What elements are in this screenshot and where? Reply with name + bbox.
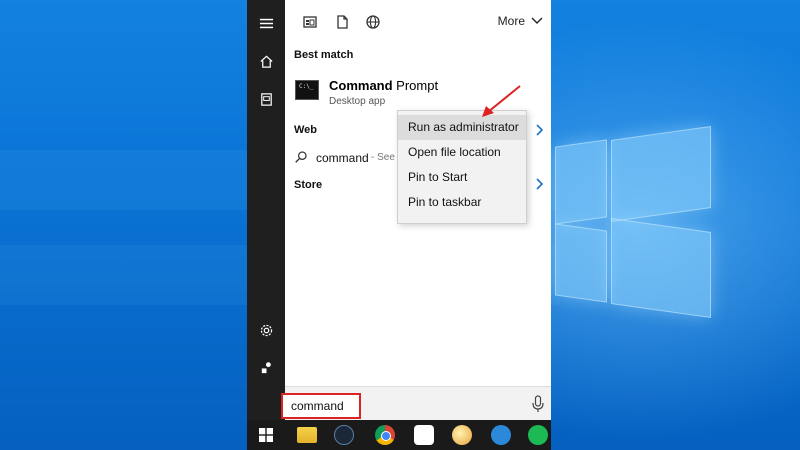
- start-menu-rail: [247, 0, 285, 420]
- web-search-term: command: [316, 151, 369, 165]
- apps-filter-icon[interactable]: [301, 13, 319, 31]
- file-explorer-icon[interactable]: [297, 427, 317, 443]
- spotify-icon[interactable]: [528, 425, 548, 445]
- paint-icon[interactable]: [452, 425, 472, 445]
- menu-item-pin-to-start[interactable]: Pin to Start: [398, 165, 526, 190]
- chevron-down-icon: [531, 17, 543, 24]
- search-icon: [295, 151, 307, 163]
- home-icon[interactable]: [247, 44, 285, 78]
- more-filters-label: More: [497, 14, 525, 28]
- steam-icon[interactable]: [334, 425, 354, 445]
- slack-icon[interactable]: [414, 425, 434, 445]
- context-menu: Run as administrator Open file location …: [397, 110, 527, 224]
- best-match-title: Command Prompt: [329, 78, 439, 93]
- best-match-subtitle: Desktop app: [329, 96, 386, 107]
- chrome-icon[interactable]: [375, 425, 395, 445]
- menu-item-open-file-location[interactable]: Open file location: [398, 140, 526, 165]
- simplenote-icon[interactable]: [491, 425, 511, 445]
- search-filter-bar: More: [285, 0, 551, 44]
- settings-gear-icon[interactable]: [247, 313, 285, 347]
- store-heading: Store: [294, 179, 323, 191]
- windows-logo-wallpaper: [555, 125, 715, 325]
- menu-item-pin-to-taskbar[interactable]: Pin to taskbar: [398, 190, 526, 215]
- feedback-icon[interactable]: [247, 350, 285, 384]
- command-prompt-icon: C:\_: [295, 80, 319, 100]
- windows-start-icon[interactable]: [247, 420, 285, 450]
- best-match-heading: Best match: [294, 49, 354, 61]
- microphone-icon[interactable]: [531, 395, 545, 413]
- document-icon[interactable]: [247, 82, 285, 116]
- documents-filter-icon[interactable]: [333, 13, 351, 31]
- more-filters-button[interactable]: More: [498, 14, 543, 28]
- annotation-arrow: [482, 85, 521, 117]
- taskbar: [247, 420, 551, 450]
- search-input[interactable]: [281, 393, 361, 419]
- search-box: [281, 386, 551, 420]
- hamburger-menu-icon[interactable]: [247, 6, 285, 40]
- chevron-right-icon[interactable]: [535, 124, 545, 136]
- chevron-right-icon[interactable]: [535, 178, 545, 190]
- web-filter-icon[interactable]: [364, 13, 382, 31]
- web-heading: Web: [294, 124, 318, 136]
